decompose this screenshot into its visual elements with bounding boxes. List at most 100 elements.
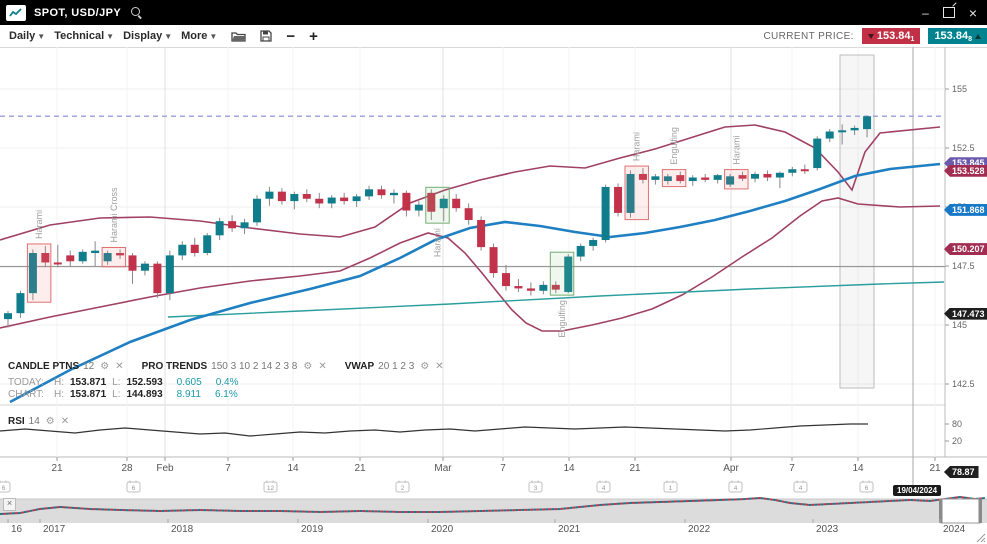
gear-icon[interactable]: ⚙ (46, 416, 55, 427)
candle (390, 193, 398, 195)
price-tag: 78.87 (944, 466, 979, 478)
x-axis-tick: 14 (287, 463, 299, 474)
calendar-badge[interactable]: 12 (264, 481, 277, 493)
candle (514, 286, 522, 288)
navigator-close-icon[interactable]: × (3, 498, 16, 511)
close-icon[interactable]: ✕ (115, 361, 123, 372)
x-axis-tick: 14 (563, 463, 575, 474)
calendar-badge[interactable]: 3 (529, 481, 542, 493)
menu-more[interactable]: More▼ (181, 30, 217, 42)
calendar-badge[interactable]: 6 (860, 481, 873, 493)
candle (191, 245, 199, 253)
x-axis-tick: Feb (156, 463, 174, 474)
toolbar: Daily▼ Technical▼ Display▼ More▼ − + CUR… (0, 25, 987, 48)
candle (701, 178, 709, 180)
indicator-pro-trends: PRO TRENDS (142, 361, 208, 372)
calendar-badge[interactable]: 4 (729, 481, 742, 493)
gear-icon[interactable]: ⚙ (303, 361, 312, 372)
candle (863, 116, 871, 129)
candle (763, 174, 771, 178)
x-axis-tick: 21 (51, 463, 63, 474)
candle (153, 264, 161, 294)
minimize-button[interactable]: – (922, 7, 929, 19)
svg-text:80: 80 (952, 419, 962, 429)
x-axis-tick: Mar (434, 463, 452, 474)
zoom-out-button[interactable]: − (286, 29, 295, 44)
svg-text:1: 1 (669, 485, 673, 492)
calendar-badge[interactable]: 2 (396, 481, 409, 493)
svg-text:20: 20 (952, 436, 962, 446)
candle (465, 208, 473, 220)
pattern-label: Harami (731, 136, 741, 165)
pattern-box (625, 166, 648, 220)
chevron-down-icon: ▼ (164, 32, 172, 41)
close-icon[interactable]: ✕ (435, 361, 443, 372)
title-bar: SPOT, USD/JPY – × (0, 0, 987, 25)
svg-text:4: 4 (602, 485, 606, 492)
save-icon[interactable] (260, 30, 272, 42)
current-price-label: CURRENT PRICE: (763, 31, 853, 42)
open-folder-icon[interactable] (231, 31, 246, 42)
candle (378, 189, 386, 195)
y-axis-tick: 147.5 (952, 261, 975, 271)
crosshair-date-tooltip: 19/04/2024 (893, 485, 941, 496)
pattern-label: Harami (34, 210, 44, 239)
gear-icon[interactable]: ⚙ (100, 361, 109, 372)
candle (340, 198, 348, 202)
candle (851, 128, 859, 130)
search-icon[interactable] (131, 7, 143, 19)
zoom-in-button[interactable]: + (309, 29, 318, 44)
candle (614, 187, 622, 213)
close-icon[interactable]: ✕ (318, 361, 326, 372)
gear-icon[interactable]: ⚙ (420, 361, 429, 372)
navigator-handle-right[interactable] (979, 499, 983, 523)
x-axis-tick: 28 (121, 463, 133, 474)
navigator-year: 2024 (943, 524, 966, 535)
svg-text:12: 12 (267, 485, 275, 492)
menu-technical[interactable]: Technical▼ (54, 30, 114, 42)
ask-price-badge: 153.848 (928, 28, 987, 44)
stats-today-row: TODAY: H:153.871 L:152.593 0.605 0.4% (8, 377, 238, 388)
x-axis-tick: 7 (789, 463, 795, 474)
x-axis-tick: 7 (225, 463, 231, 474)
pattern-label: Engulfing (557, 300, 567, 338)
candle (788, 169, 796, 173)
price-chart[interactable]: 2128Feb71421Mar71421Apr71421HaramiHarami… (0, 47, 987, 544)
x-axis-tick: 21 (929, 463, 941, 474)
svg-text:4: 4 (734, 485, 738, 492)
x-axis-tick: 14 (852, 463, 864, 474)
calendar-badge[interactable]: 4 (794, 481, 807, 493)
candle (813, 139, 821, 169)
candle (651, 176, 659, 180)
resize-handle[interactable] (976, 533, 986, 543)
candle (452, 199, 460, 208)
pattern-box (662, 170, 685, 187)
calendar-badge[interactable]: 6 (0, 481, 10, 493)
candle (365, 189, 373, 196)
arrow-down-icon (868, 34, 874, 39)
pattern-label: Harami (632, 132, 642, 161)
candle (265, 192, 273, 199)
navigator-year: 2019 (301, 524, 324, 535)
calendar-badge[interactable]: 6 (127, 481, 140, 493)
close-icon[interactable]: ✕ (61, 416, 69, 427)
candle (838, 130, 846, 132)
chevron-down-icon: ▼ (37, 32, 45, 41)
menu-daily[interactable]: Daily▼ (9, 30, 45, 42)
svg-text:2: 2 (401, 485, 405, 492)
candle (54, 262, 62, 264)
candle (16, 293, 24, 313)
popout-button[interactable] (943, 7, 955, 18)
price-tag: 150.207 (944, 243, 987, 255)
candle (490, 247, 498, 273)
calendar-badge[interactable]: 1 (664, 481, 677, 493)
trading-app-window: SPOT, USD/JPY – × Daily▼ Technical▼ Disp… (0, 0, 987, 544)
candle (278, 192, 286, 201)
calendar-badge[interactable]: 4 (597, 481, 610, 493)
close-button[interactable]: × (969, 6, 977, 20)
candle (328, 198, 336, 204)
navigator-selection[interactable] (941, 499, 980, 523)
menu-display[interactable]: Display▼ (123, 30, 172, 42)
y-axis-tick: 152.5 (952, 143, 975, 153)
candle (203, 235, 211, 253)
